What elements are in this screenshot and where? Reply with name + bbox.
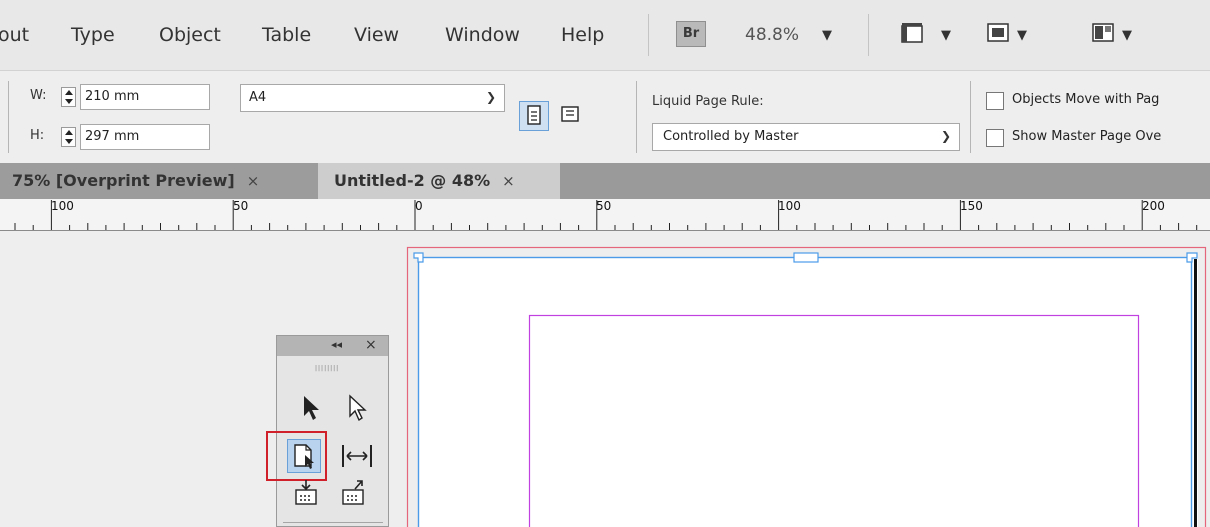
tools-panel-header[interactable]: ◂◂ × [277, 336, 388, 356]
gap-tool-icon[interactable] [339, 441, 375, 471]
top-left-handle[interactable] [413, 252, 424, 263]
panel-divider [970, 81, 971, 153]
menu-divider [648, 14, 649, 56]
portrait-orientation-button[interactable] [519, 101, 549, 131]
screen-mode-icon[interactable] [986, 21, 1012, 45]
tab-label: 75% [Overprint Preview] [12, 171, 235, 190]
landscape-orientation-button[interactable] [555, 101, 585, 131]
menu-window[interactable]: Window [445, 23, 520, 47]
page[interactable] [418, 257, 1198, 527]
panel-divider [8, 81, 9, 153]
liquid-page-rule-label: Liquid Page Rule: [652, 94, 764, 109]
show-master-overlay-label: Show Master Page Ove [1012, 129, 1162, 144]
objects-move-label: Objects Move with Pag [1012, 92, 1160, 107]
page-size-value: A4 [249, 90, 267, 105]
menu-view[interactable]: View [354, 23, 399, 47]
landscape-icon [561, 106, 579, 122]
close-icon[interactable]: × [502, 172, 515, 190]
ruler-label: 100 [778, 199, 801, 213]
arrange-documents-dropdown-icon[interactable]: ▼ [1122, 28, 1132, 43]
ruler-label: 50 [596, 199, 612, 213]
tools-divider [283, 522, 383, 523]
screen-mode-dropdown-icon[interactable]: ▼ [1017, 28, 1027, 43]
tool-highlight-box [266, 431, 327, 481]
arrange-documents-icon[interactable] [1091, 21, 1117, 45]
menu-table[interactable]: Table [262, 23, 311, 47]
menu-layout[interactable]: out [0, 23, 29, 47]
selection-tool-icon[interactable] [299, 393, 323, 423]
width-field[interactable]: 210 mm [80, 84, 210, 110]
menu-type[interactable]: Type [71, 23, 115, 47]
zoom-level[interactable]: 48.8% [745, 25, 799, 45]
content-collector-icon[interactable] [292, 478, 322, 508]
grip-icon[interactable]: |||||||| [315, 365, 339, 372]
show-master-overlay-checkbox[interactable] [986, 129, 1004, 147]
content-placer-icon[interactable] [339, 478, 369, 508]
menu-divider [868, 14, 869, 56]
menu-object[interactable]: Object [159, 23, 221, 47]
chevron-down-icon: ❯ [485, 90, 496, 104]
height-field[interactable]: 297 mm [80, 124, 210, 150]
page-shadow [1194, 259, 1197, 527]
close-icon[interactable]: × [247, 172, 260, 190]
ruler-label: 150 [960, 199, 983, 213]
bridge-button[interactable]: Br [676, 21, 706, 47]
height-stepper[interactable] [61, 127, 76, 147]
portrait-icon [527, 105, 541, 125]
view-options-dropdown-icon[interactable]: ▼ [941, 28, 951, 43]
page-size-select[interactable]: A4 ❯ [240, 84, 505, 112]
control-panel: W: 210 mm H: 297 mm A4 ❯ Liquid Page Rul… [0, 70, 1210, 164]
page-artwork [406, 246, 1207, 527]
width-stepper[interactable] [61, 87, 76, 107]
direct-selection-tool-icon[interactable] [345, 393, 369, 423]
ruler-label: 200 [1142, 199, 1165, 213]
ruler-label: 50 [233, 199, 249, 213]
tab-overprint-preview[interactable]: 75% [Overprint Preview] × [0, 163, 318, 199]
objects-move-checkbox[interactable] [986, 92, 1004, 110]
tab-label: Untitled-2 @ 48% [334, 171, 491, 190]
tab-untitled-2[interactable]: Untitled-2 @ 48% × [318, 163, 560, 199]
menu-bar: out Type Object Table View Window Help B… [0, 0, 1210, 80]
view-options-icon[interactable] [900, 21, 926, 45]
horizontal-ruler[interactable]: 100 50 0 50 100 150 200 [0, 199, 1210, 231]
width-label: W: [30, 88, 47, 103]
panel-divider [636, 81, 637, 153]
liquid-page-rule-select[interactable]: Controlled by Master ❯ [652, 123, 960, 151]
collapse-panel-icon[interactable]: ◂◂ [331, 338, 342, 351]
chevron-down-icon: ❯ [940, 129, 951, 143]
ruler-label: 100 [51, 199, 74, 213]
menu-help[interactable]: Help [561, 23, 604, 47]
tools-panel: ◂◂ × |||||||| [266, 335, 389, 527]
zoom-dropdown-icon[interactable]: ▼ [822, 28, 832, 43]
pasteboard[interactable] [0, 231, 1210, 527]
liquid-page-rule-value: Controlled by Master [663, 129, 799, 144]
top-center-handle[interactable] [793, 252, 819, 263]
close-panel-icon[interactable]: × [365, 337, 377, 353]
ruler-label: 0 [415, 199, 423, 213]
height-label: H: [30, 128, 45, 143]
